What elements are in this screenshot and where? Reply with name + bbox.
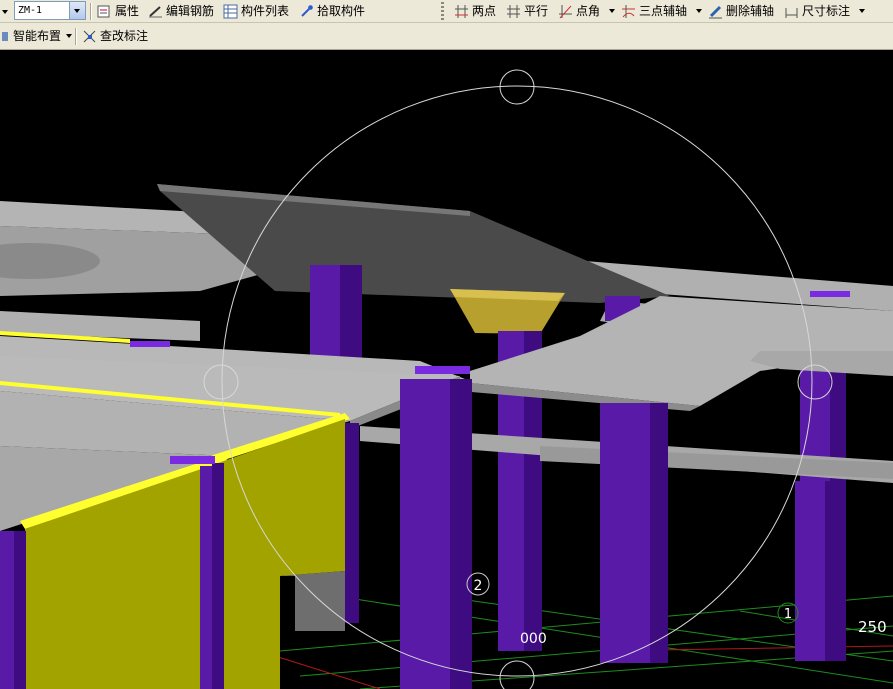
parallel-axis-icon (506, 4, 521, 19)
axis-1-label: 1 (784, 607, 792, 622)
properties-label: 属性 (115, 4, 140, 18)
secondary-toolbar: 智能布置 查改标注 (0, 23, 893, 50)
component-list-label: 构件列表 (241, 4, 290, 18)
point-angle-icon (558, 4, 573, 19)
main-toolbar: ZM-1 属性 编辑钢筋 构件列表 拾取构件 两点 平行 点角 三点辅轴 删除辅… (0, 0, 893, 23)
three-point-axis-button[interactable]: 三点辅轴 (619, 2, 704, 20)
component-list-button[interactable]: 构件列表 (221, 2, 291, 20)
check-annotation-label: 查改标注 (100, 29, 149, 43)
chevron-down-icon[interactable] (69, 2, 85, 19)
edit-rebar-label: 编辑钢筋 (166, 4, 215, 18)
dimension-label: 尺寸标注 (802, 4, 851, 18)
edit-rebar-button[interactable]: 编辑钢筋 (146, 2, 216, 20)
smart-layout-icon (2, 29, 10, 44)
toolbar-separator (75, 28, 76, 45)
smart-layout-dropdown-icon[interactable] (66, 34, 73, 38)
pick-component-button[interactable]: 拾取构件 (297, 2, 367, 20)
smart-layout-label: 智能布置 (13, 29, 62, 43)
axis-2-label: 2 (474, 578, 483, 594)
parallel-label: 平行 (524, 4, 549, 18)
properties-button[interactable]: 属性 (95, 2, 141, 20)
dimension-icon (784, 4, 799, 19)
three-point-axis-label: 三点辅轴 (639, 4, 688, 18)
dimension-dropdown-icon[interactable] (859, 9, 866, 13)
point-angle-dropdown-icon[interactable] (609, 9, 616, 13)
edit-rebar-icon (148, 4, 163, 19)
two-points-axis-icon (454, 4, 469, 19)
component-select[interactable]: ZM-1 (14, 1, 86, 20)
parallel-button[interactable]: 平行 (504, 2, 550, 20)
point-angle-button[interactable]: 点角 (556, 2, 617, 20)
eraser-icon (708, 4, 723, 19)
properties-icon (97, 4, 112, 19)
dimension-button[interactable]: 尺寸标注 (782, 2, 867, 20)
pick-component-label: 拾取构件 (317, 4, 366, 18)
component-select-value: ZM-1 (18, 5, 43, 16)
toolbar-grip[interactable] (441, 2, 444, 20)
3d-viewport[interactable]: 2 1 000 250 (0, 51, 893, 689)
eyedropper-icon (299, 4, 314, 19)
three-point-axis-icon (621, 4, 636, 19)
list-icon (223, 4, 238, 19)
check-annotation-icon (82, 29, 97, 44)
toolbar-separator (90, 3, 91, 20)
delete-axis-label: 删除辅轴 (726, 4, 775, 18)
delete-axis-button[interactable]: 删除辅轴 (706, 2, 776, 20)
smart-layout-button[interactable]: 智能布置 (0, 27, 74, 45)
two-points-label: 两点 (472, 4, 497, 18)
point-angle-label: 点角 (576, 4, 601, 18)
two-points-button[interactable]: 两点 (452, 2, 498, 20)
toolbar-chevron-icon[interactable] (0, 3, 10, 21)
dimension-text: 250 (858, 618, 887, 636)
check-annotation-button[interactable]: 查改标注 (80, 27, 150, 45)
three-point-axis-dropdown-icon[interactable] (696, 9, 703, 13)
dimension-text: 000 (520, 631, 547, 647)
